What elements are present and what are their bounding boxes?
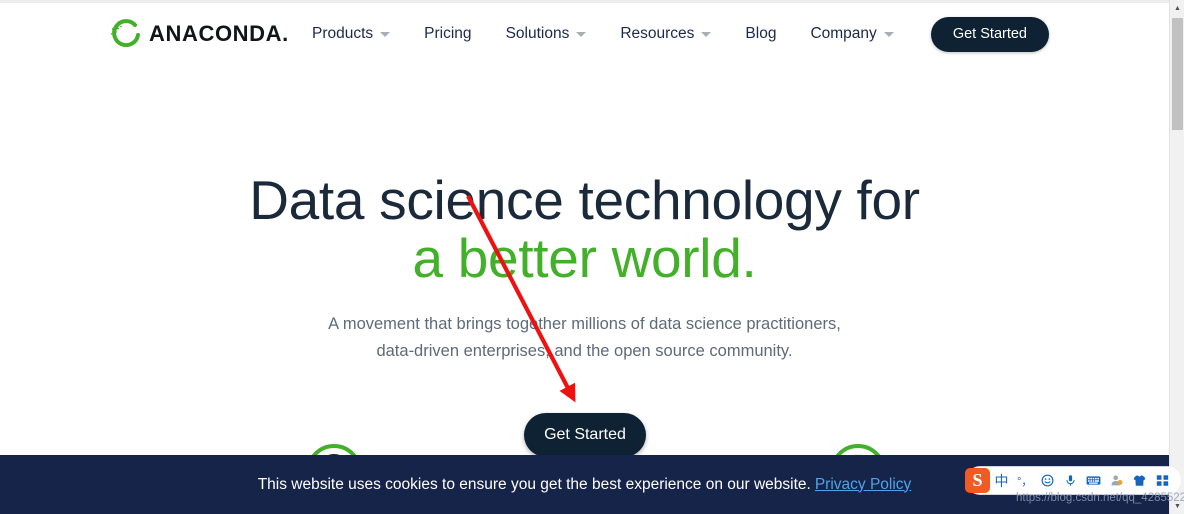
nav-label: Solutions [505,25,570,42]
scroll-up-arrow-icon[interactable]: ▲ [1170,0,1184,16]
hero-get-started-button[interactable]: Get Started [524,413,646,457]
cookie-banner-text: This website uses cookies to ensure you … [257,475,811,493]
nav-item-resources[interactable]: Resources [603,23,728,45]
person-icon [1111,475,1123,486]
site-header: ANACONDA. Products Pricing Solutions Res… [0,3,1169,63]
hero-title: Data science technology for a better wor… [0,171,1169,287]
header-get-started-button[interactable]: Get Started [930,17,1049,52]
nav-item-company[interactable]: Company [793,23,910,45]
chevron-down-icon [883,31,894,37]
tshirt-icon [1133,475,1146,486]
hero-title-line2: a better world. [412,227,757,289]
keyboard-icon [1086,476,1101,485]
hero-subtitle-line1: A movement that brings together millions… [328,315,841,333]
nav-item-blog[interactable]: Blog [728,23,793,45]
sogou-ime-toolbar[interactable]: S 中 °， [965,467,1181,494]
nav-label: Company [810,25,877,42]
scrollbar-thumb[interactable] [1172,18,1183,130]
privacy-policy-link[interactable]: Privacy Policy [815,476,911,494]
hero-subtitle-line2: data-driven enterprises, and the open so… [376,342,793,360]
nav-item-solutions[interactable]: Solutions [489,23,604,45]
csdn-watermark: https://blog.csdn.net/qq_42855223 [1016,492,1184,504]
nav-item-pricing[interactable]: Pricing [407,23,488,45]
nav-label: Pricing [424,25,472,42]
grid-icon [1157,475,1169,486]
anaconda-wordmark: ANACONDA. [149,21,289,46]
ime-language-mode-chinese[interactable]: 中 [990,470,1013,492]
chevron-down-icon [380,31,391,37]
primary-nav: Products Pricing Solutions Resources Blo… [295,23,911,45]
anaconda-ring-logo-icon [110,19,140,48]
chevron-down-icon [701,31,712,37]
ime-punctuation-mode[interactable]: °， [1013,470,1036,492]
ime-voice-input-icon[interactable] [1059,470,1082,492]
ime-soft-keyboard-icon[interactable] [1082,470,1105,492]
hero-title-line1: Data science technology for [249,169,920,231]
hero-subtitle: A movement that brings together millions… [0,311,1169,365]
anaconda-logo[interactable]: ANACONDA. [110,17,289,51]
chevron-down-icon [576,31,587,37]
nav-label: Products [312,25,374,42]
ime-emoji-icon[interactable] [1036,470,1059,492]
nav-label: Resources [620,25,695,42]
nav-label: Blog [745,25,777,42]
browser-page: ANACONDA. Products Pricing Solutions Res… [0,0,1169,514]
hero-section: Data science technology for a better wor… [0,63,1169,514]
ime-user-account-icon[interactable] [1105,470,1128,492]
ime-skin-theme-icon[interactable] [1128,470,1151,492]
vertical-scrollbar[interactable]: ▲ ▼ [1169,0,1184,514]
emoji-icon [1041,474,1054,487]
ime-toolbox-grid-icon[interactable] [1151,470,1174,492]
microphone-icon [1066,475,1076,486]
nav-item-products[interactable]: Products [295,23,407,45]
sogou-logo-icon[interactable]: S [965,468,990,493]
